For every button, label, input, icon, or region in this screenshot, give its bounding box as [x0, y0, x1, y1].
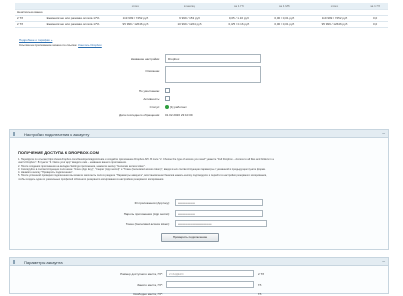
more-rates-link[interactable]: Подробнее о тарифах »	[19, 38, 52, 42]
free-label: Свободно места, Гб*:	[133, 292, 163, 296]
active-checkbox[interactable]	[165, 96, 170, 101]
status-label: Статус:	[149, 105, 160, 109]
drag-handle-icon	[13, 260, 15, 264]
status-value-wrap: [1] работает	[165, 105, 187, 110]
last-check-value: 01.02.2020 23:10:09	[165, 113, 193, 117]
quota-input[interactable]: 2 ИНДЕКС	[166, 270, 254, 277]
table-cell: 0,0	[362, 21, 388, 28]
app-secret-input[interactable]: ••••••••••••••••	[175, 210, 263, 217]
description-textarea[interactable]	[165, 66, 261, 83]
info-text: Ссылка на приложение можно по ссылке:	[19, 43, 79, 47]
dropbox-console-link[interactable]: Консоль Dropbox	[78, 43, 102, 47]
name-input[interactable]: Dropbox	[165, 54, 261, 63]
default-checkbox[interactable]	[165, 88, 170, 93]
row-label: 2 Тб	[15, 21, 45, 28]
table-cell: 0,3/5 / 0.16 руб	[215, 21, 262, 28]
page: итого в месяц за 1 Гб за 1 Мб итого за 1…	[0, 0, 403, 296]
row-desc: Ежемесячно или разовая оплата 17%	[44, 21, 108, 28]
name-row: Название настройки: Dropbox	[0, 54, 403, 66]
help-list: 1. Перейдите по ссылке https://www.dropb…	[18, 158, 378, 181]
help-title: ПОЛУЧЕНИЕ ДОСТУПА К DROPBOX.COM	[18, 150, 99, 155]
connection-section-header[interactable]: Настройки подключения к аккаунту –	[9, 129, 389, 138]
help-item: чтобы создать один из уникальных профиле…	[18, 177, 164, 181]
description-label: Описание:	[145, 69, 160, 73]
used-input[interactable]	[166, 281, 254, 288]
tariff-table: итого в месяц за 1 Гб за 1 Мб итого за 1…	[15, 3, 388, 28]
last-check-row: Дата последнего обращения: 01.02.2020 23…	[0, 110, 403, 122]
collapse-icon[interactable]: –	[382, 259, 385, 265]
last-check-label: Дата последнего обращения:	[119, 113, 160, 117]
app-key-label: ID приложения (App key):	[134, 201, 170, 205]
used-unit: Гб	[258, 283, 262, 287]
check-connection-button[interactable]: Проверить подключение	[161, 233, 219, 242]
table-cell: 0,00 / 0,01 руб	[261, 21, 307, 28]
params-section-header[interactable]: Параметры аккаунта –	[9, 257, 389, 266]
name-label: Название настройки:	[130, 57, 160, 61]
status-value: [1] работает	[170, 105, 187, 109]
free-unit: Гб	[258, 292, 262, 296]
collapse-icon[interactable]: –	[382, 131, 385, 137]
status-ok-icon	[165, 105, 169, 110]
quota-unit: 2 Тб	[258, 272, 265, 276]
connection-section-title: Настройки подключения к аккаунту	[24, 132, 90, 137]
token-input[interactable]: ••••••••••••••••••••••••••••••••	[175, 220, 267, 227]
drag-handle-icon	[13, 132, 15, 136]
table-row: 2 Тб Ежемесячно или разовая оплата 17% 9…	[15, 21, 388, 28]
table-cell: 10 999 / 1264 руб	[163, 21, 216, 28]
table-cell: 95 999 / 12646 руб	[306, 21, 363, 28]
app-key-input[interactable]: ••••••••••••••••	[175, 199, 263, 206]
description-row: Описание:	[0, 66, 403, 83]
active-label: Активность:	[143, 97, 160, 101]
used-label: Занято места, Гб*:	[137, 283, 163, 287]
info-line: Ссылка на приложение можно по ссылке: Ко…	[19, 43, 102, 47]
token-label: Токен (Generated access token):	[125, 222, 170, 226]
table-cell: 95 999 / 12646 руб	[107, 21, 164, 28]
params-section-title: Параметры аккаунта	[24, 260, 63, 265]
default-label: По умолчанию:	[138, 89, 160, 93]
app-secret-label: Пароль приложения (App secret):	[123, 212, 170, 216]
quota-label: Размер доступного места, Гб*:	[120, 272, 163, 276]
